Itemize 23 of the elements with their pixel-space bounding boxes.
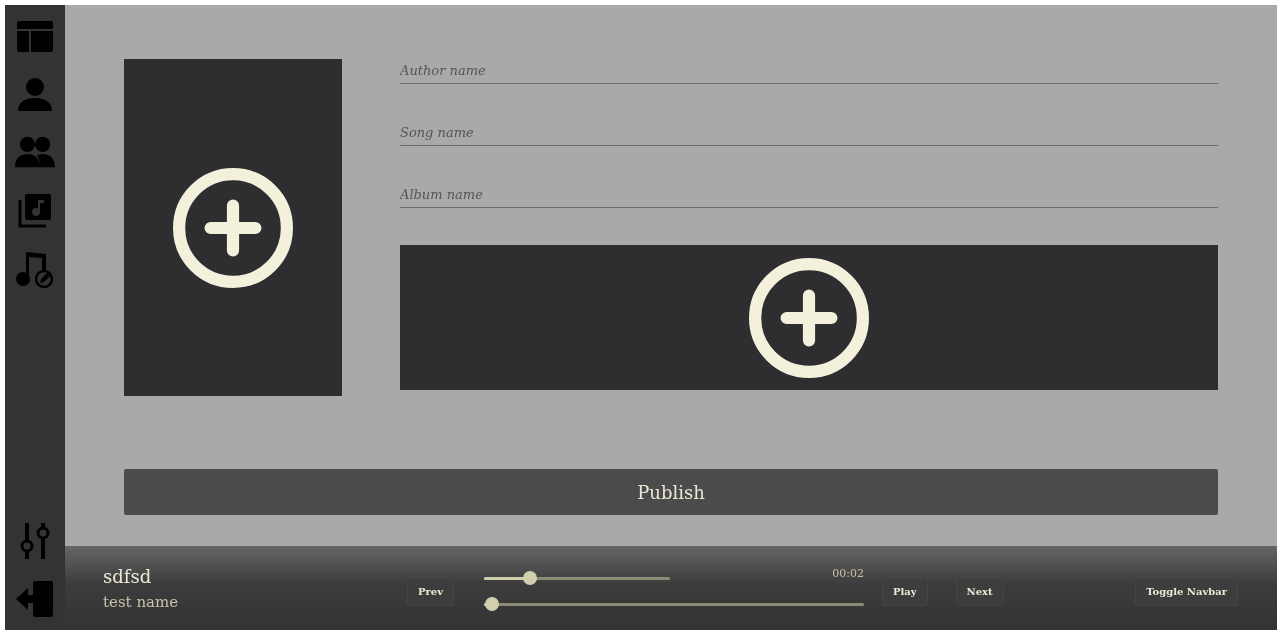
nav-button[interactable]	[15, 75, 55, 113]
toggle-navbar-button[interactable]: Toggle Navbar	[1135, 577, 1238, 606]
users-icon	[15, 135, 55, 169]
logout-icon	[15, 579, 55, 619]
audio-upload[interactable]	[400, 245, 1218, 390]
nav-button[interactable]	[15, 580, 55, 618]
slider-thumb[interactable]	[484, 597, 499, 611]
add-circle-icon	[748, 256, 870, 379]
user-icon	[16, 75, 54, 113]
text-field[interactable]: Song name	[400, 121, 1218, 146]
play-button[interactable]: Play	[881, 577, 928, 606]
nav-button[interactable]	[15, 249, 55, 287]
slider-track[interactable]	[483, 576, 670, 580]
next-button[interactable]: Next	[955, 577, 1004, 606]
slider-thumb[interactable]	[523, 571, 538, 585]
prev-button[interactable]: Prev	[407, 577, 454, 606]
add-circle-icon	[172, 166, 294, 289]
song-title: sdfsd	[103, 565, 153, 587]
song-artist: test name	[103, 592, 180, 611]
cover-upload[interactable]	[124, 59, 342, 396]
time-label: 00:02	[832, 566, 864, 580]
publish-button[interactable]: Publish	[124, 469, 1218, 515]
music-album-icon	[17, 192, 53, 228]
